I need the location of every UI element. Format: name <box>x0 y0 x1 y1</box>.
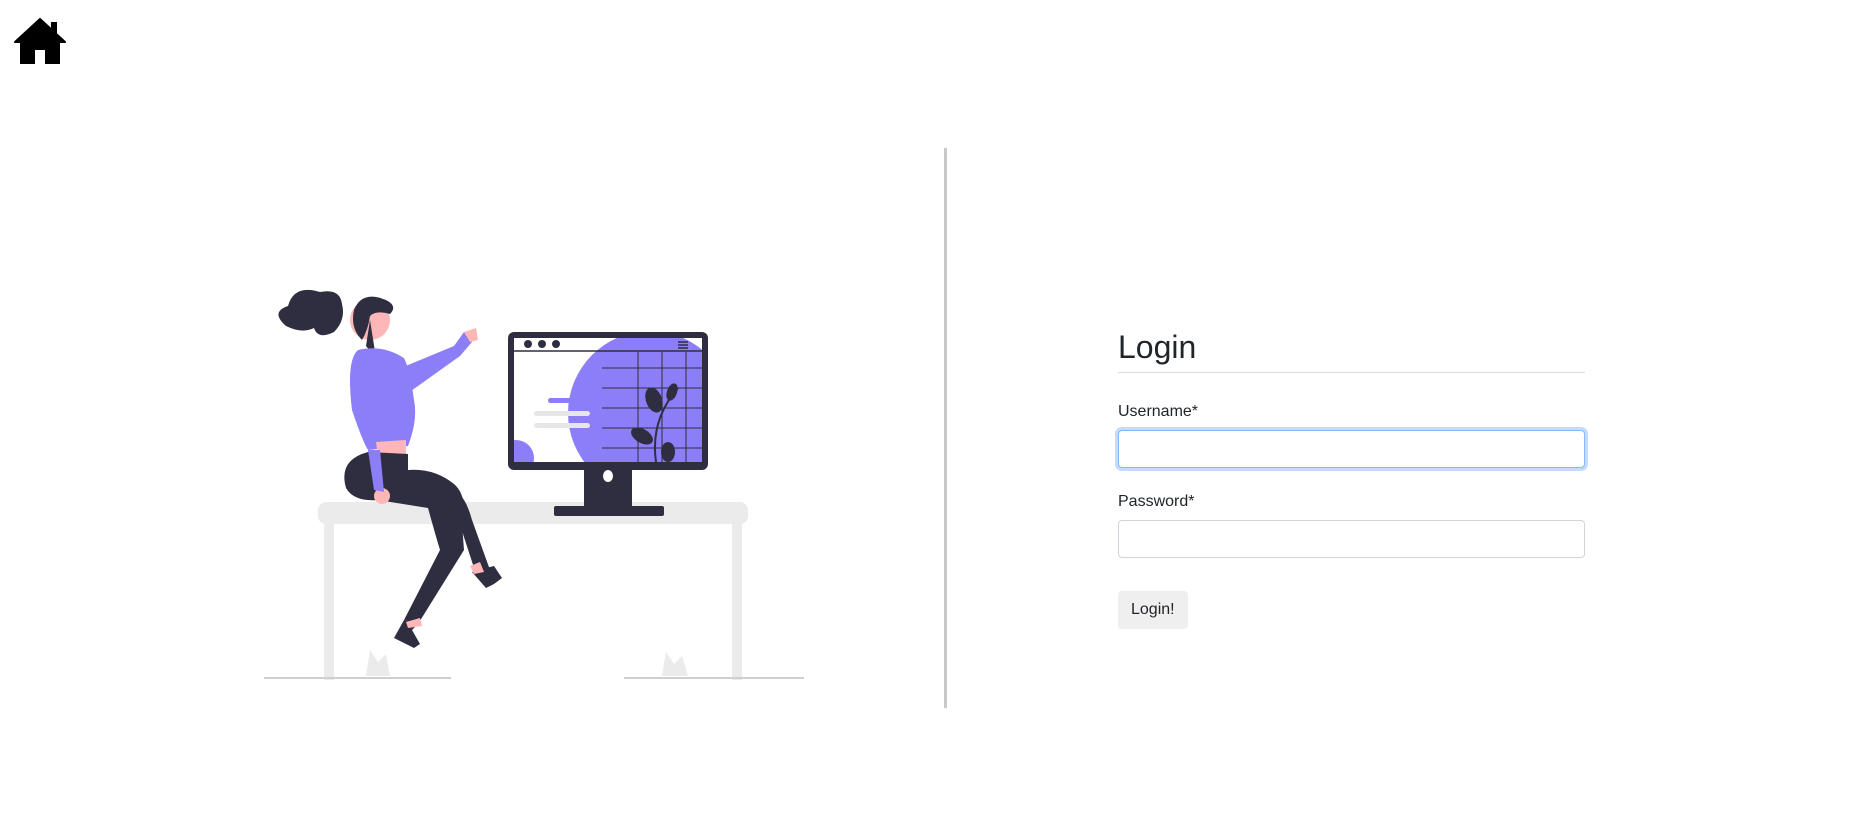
login-button[interactable]: Login! <box>1118 591 1188 629</box>
monitor <box>508 332 708 516</box>
password-label: Password* <box>1118 493 1195 510</box>
desk <box>318 502 748 680</box>
username-input[interactable] <box>1118 430 1585 468</box>
password-input[interactable] <box>1118 520 1585 558</box>
login-page: Login Username* Password* Login! <box>0 0 1853 836</box>
woman-at-desk-illustration <box>264 289 804 680</box>
woman-figure <box>278 289 502 648</box>
home-link[interactable] <box>14 18 66 65</box>
vertical-divider <box>944 148 947 708</box>
home-icon <box>14 18 66 65</box>
login-title: Login <box>1118 326 1585 373</box>
username-label: Username* <box>1118 403 1199 420</box>
login-form: Login Username* Password* Login! <box>1118 326 1585 629</box>
